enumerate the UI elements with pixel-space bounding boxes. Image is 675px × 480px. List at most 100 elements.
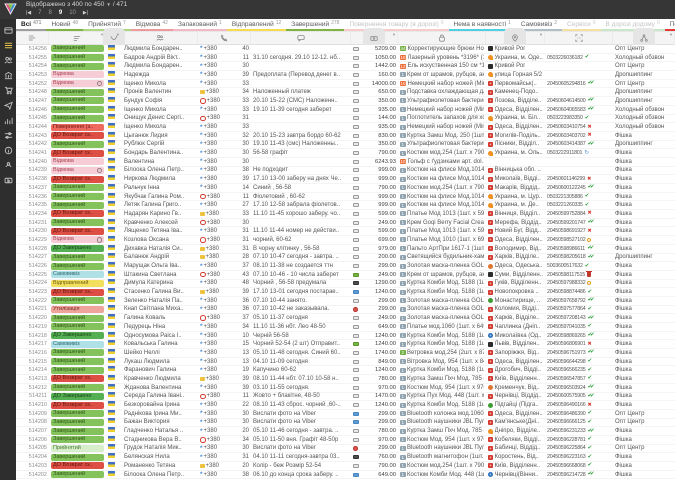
phone-cell[interactable]: +38039: [198, 375, 251, 383]
ttn-cell[interactable]: 20450598117515: [545, 271, 613, 279]
comment-cell[interactable]: 19.10 11-39 сегодня заберет: [251, 106, 351, 114]
status-badge[interactable]: Прийнятий: [51, 445, 104, 452]
phone-cell[interactable]: *+38033: [198, 80, 251, 88]
product-cell[interactable]: 1Костюм мод.254 (1шт. х 790.0..: [398, 462, 486, 470]
phone-cell[interactable]: +38011: [198, 193, 251, 201]
status-badge[interactable]: Завершений: [51, 254, 104, 261]
status-badge[interactable]: Відмова: [51, 167, 104, 174]
status-badge[interactable]: Завершений: [51, 219, 104, 226]
ttn-cell[interactable]: 20450600122245✔✔: [545, 184, 613, 192]
product-cell[interactable]: 10Немецкий набор ножей (Mira..: [398, 80, 486, 88]
order-row[interactable]: 514204ЗавершенийБелянская Нила*+3803104.…: [16, 453, 675, 462]
order-row[interactable]: 514254ЗавершенийЛюдмила Бондарен..*+3803…: [16, 62, 675, 71]
status-badge[interactable]: Завершений: [51, 436, 104, 443]
delivery-cell[interactable]: Кам'янське(Дні..: [486, 418, 545, 426]
client-name[interactable]: Людмила Бондарен..: [122, 45, 198, 53]
order-row[interactable]: 514220ЗавершенийГалина Коваль+3803705.10…: [16, 314, 675, 323]
phone-cell[interactable]: *+38030: [198, 444, 251, 452]
delivery-cell[interactable]: Каменец-Подо..: [486, 88, 545, 96]
ttn-cell[interactable]: 20450603414387✔✔: [545, 140, 613, 148]
phone-cell[interactable]: +38037: [198, 314, 251, 322]
delivery-cell[interactable]: Лісники, Відділ..: [486, 140, 545, 148]
order-row[interactable]: 514227ЗавершенийБаланюк Андрій+3802807.1…: [16, 254, 675, 263]
delivery-cell[interactable]: Новий Буг, Відд..: [486, 227, 545, 235]
product-cell[interactable]: 1Куртка Комби Мод. 5188 (1шт..: [398, 401, 486, 409]
ttn-cell[interactable]: 0503223983350✔: [545, 114, 613, 122]
status-tab[interactable]: Відправлений12: [227, 19, 286, 31]
status-badge[interactable]: Утилізація: [51, 306, 104, 313]
column-header-client[interactable]: [122, 32, 198, 44]
order-row[interactable]: 514223ДО Возврат ск..Стасенко Галина Ви.…: [16, 288, 675, 297]
phone-cell[interactable]: *+38022: [198, 401, 251, 409]
delivery-cell[interactable]: Мерефа, Віддід..: [486, 219, 545, 227]
client-name[interactable]: Надежда: [122, 71, 198, 79]
order-row[interactable]: 514202ЗавершенийБілоока Олена Петр..*+38…: [16, 471, 675, 480]
order-row[interactable]: 514229ВідмоваКозлова Оксана+38031чорний,…: [16, 236, 675, 245]
comment-cell[interactable]: Капучино 60-62: [251, 366, 351, 374]
client-name[interactable]: Онищук Денис Сергі..: [122, 114, 198, 122]
product-cell[interactable]: 1Ультрафиолетовая бактерици..: [398, 140, 486, 148]
comment-cell[interactable]: 04.10 11-09 сегодня: [251, 358, 351, 366]
column-header-ttn[interactable]: [545, 32, 613, 44]
order-row[interactable]: 514237ЗавершенийРальчук Інна*+38014Синий…: [16, 184, 675, 193]
delivery-cell[interactable]: Чаплинка (Дніп..: [486, 323, 545, 331]
status-badge[interactable]: Завершений: [51, 54, 104, 61]
delivery-cell[interactable]: Новопокровка ..: [486, 288, 545, 296]
delivery-cell[interactable]: Украина, м. Цур..: [486, 193, 545, 201]
phone-cell[interactable]: *+38032: [198, 132, 251, 140]
phone-cell[interactable]: *+38033: [198, 123, 251, 131]
phone-cell[interactable]: +38020: [198, 462, 251, 470]
client-name[interactable]: Шейко Неллі: [122, 349, 198, 357]
delivery-cell[interactable]: Чернівці, Віддід..: [486, 392, 545, 400]
client-name[interactable]: Стасенко Галина Ви..: [122, 288, 198, 296]
filter-icon[interactable]: ▼: [116, 32, 120, 37]
order-row[interactable]: 514252ВідмоваІщенко Микола*+3803314000.0…: [16, 80, 675, 89]
delivery-cell[interactable]: Украина, м. Оде..: [486, 54, 545, 62]
ttn-cell[interactable]: 20450597988332: [545, 279, 613, 287]
product-cell[interactable]: 2Ветровка мод.254 (2шт. х 870..: [398, 349, 486, 357]
product-cell[interactable]: 1Немецкий набор ножей (Mirac..: [398, 123, 486, 131]
status-badge[interactable]: Завершений: [51, 410, 104, 417]
client-name[interactable]: Грудок Наталія Мик..: [122, 444, 198, 452]
comment-cell[interactable]: 11.10 11-44 номер не действи..: [251, 227, 351, 235]
status-badge[interactable]: ДО Возврат ск..: [51, 402, 104, 409]
phone-cell[interactable]: *+38030: [198, 62, 251, 70]
client-name[interactable]: Рублюк Сергій: [122, 140, 198, 148]
order-row[interactable]: 514241ДО Возврат ск..Бондарь Валентина..…: [16, 149, 675, 158]
ttn-cell[interactable]: 20450596503924✔✔: [545, 384, 613, 392]
client-name[interactable]: Стадникова Вера В..: [122, 436, 198, 444]
order-row[interactable]: 514231ЗавершенийКравченко Алексей+380302…: [16, 219, 675, 228]
status-badge[interactable]: Завершений: [51, 419, 104, 426]
page-number[interactable]: 9: [59, 9, 62, 18]
client-name[interactable]: Ральчук Інна: [122, 184, 198, 192]
phone-cell[interactable]: *+38031: [198, 453, 251, 461]
comment-cell[interactable]: Чорний , 56-58 предумала: [251, 279, 351, 287]
status-tab[interactable]: Запакований1: [173, 19, 227, 31]
ttn-cell[interactable]: 20450601146299✖: [545, 175, 613, 183]
comment-cell[interactable]: 19.10 11-43 (смс) Наложенны..: [251, 140, 351, 148]
delivery-cell[interactable]: Одеса, Відділен..: [486, 106, 545, 114]
phone-cell[interactable]: +38043: [198, 271, 251, 279]
status-badge[interactable]: ДО Возврат ск..: [51, 375, 104, 382]
client-name[interactable]: Кравченко Алексей: [122, 219, 198, 227]
status-badge[interactable]: ДО Возврат ск..: [51, 228, 104, 235]
client-name[interactable]: Ковальська Галина: [122, 340, 198, 348]
delivery-cell[interactable]: Бабинці, Віддід..: [486, 444, 545, 452]
delivery-cell[interactable]: Кривой Рог: [486, 62, 545, 70]
status-badge[interactable]: ДО Завершено: [51, 393, 104, 400]
client-name[interactable]: Іщенко Микола: [122, 106, 198, 114]
status-badge[interactable]: Завершений: [51, 315, 104, 322]
column-header-delivery[interactable]: ▼: [486, 32, 545, 44]
product-cell[interactable]: 1Куртка Комби Мод. 5188 (1шт..: [398, 288, 486, 296]
support-icon[interactable]: [3, 160, 13, 170]
status-tab[interactable]: Повернення (: [665, 19, 675, 31]
status-tab[interactable]: Повернення товару (в дорозі)0: [344, 19, 448, 31]
product-cell[interactable]: 1Подставка охлаждающая для..: [398, 88, 486, 96]
page-number[interactable]: 7: [38, 9, 41, 18]
ttn-cell[interactable]: 20450605294816✔✔: [545, 80, 613, 88]
ttn-cell[interactable]: 20450596806901✖: [545, 340, 613, 348]
ttn-cell[interactable]: 20450604065583✔✔: [545, 106, 613, 114]
ttn-cell[interactable]: 0503221260335✔: [545, 201, 613, 209]
delivery-cell[interactable]: Одеса, Відділен..: [486, 236, 545, 244]
status-badge[interactable]: Завершений: [51, 184, 104, 191]
